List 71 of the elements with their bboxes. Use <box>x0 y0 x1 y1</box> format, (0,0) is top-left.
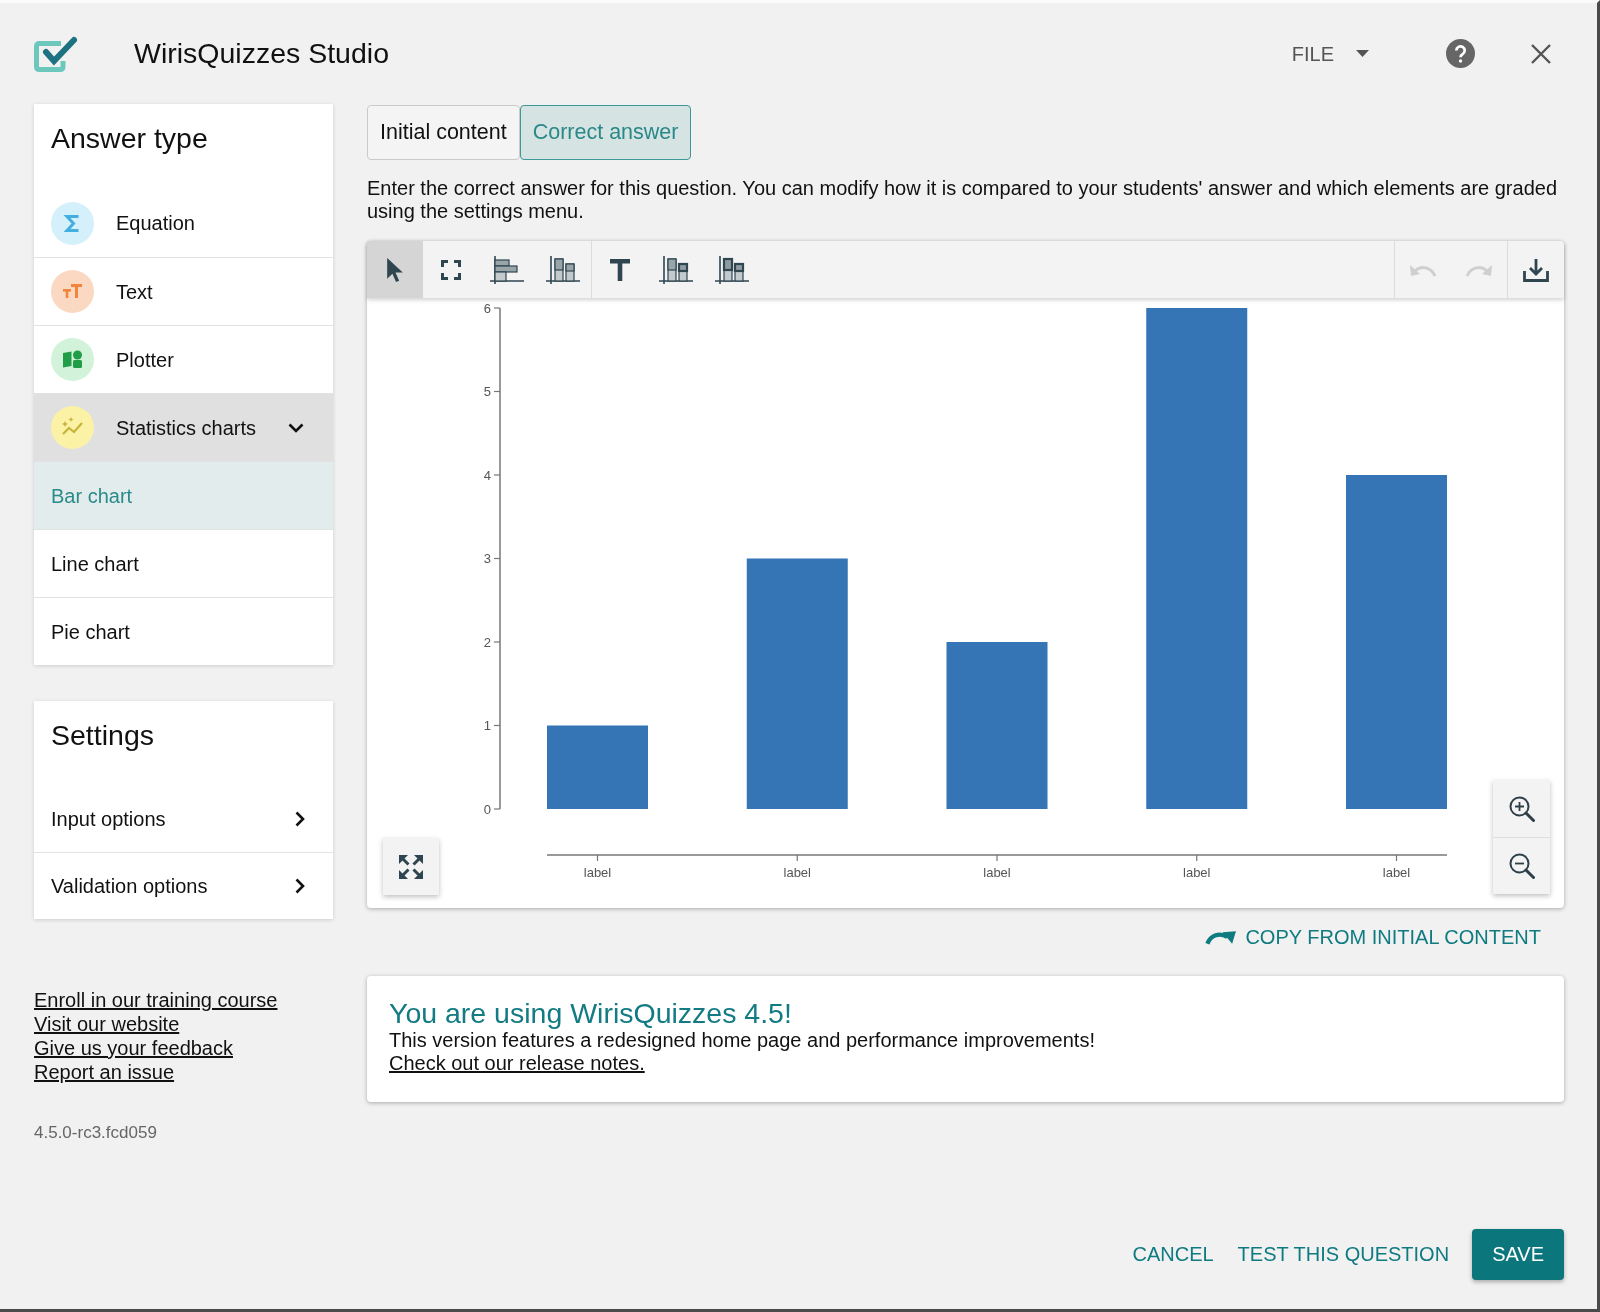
text-button[interactable]: TEST THIS QUESTION <box>1229 1227 1458 1281</box>
chart-type-item[interactable]: Line chart <box>34 529 333 597</box>
vertical-bars-icon <box>546 255 580 284</box>
zoom-out-icon <box>1508 853 1535 879</box>
select-tool-button[interactable] <box>367 241 423 298</box>
cursor-icon <box>387 257 403 282</box>
answer-type-item[interactable]: Plotter <box>34 325 333 393</box>
notice-text: This version features a redesigned home page and performance improvements! <box>389 1029 1095 1052</box>
category-label: label <box>1382 865 1411 880</box>
resource-link[interactable]: Report an issue <box>34 1060 175 1084</box>
vertical-bars-tool-button[interactable] <box>535 241 591 298</box>
chart-type-item[interactable]: Bar chart <box>34 461 333 529</box>
answer-type-item[interactable]: Equation <box>34 189 333 257</box>
panel-heading: Answer type <box>51 122 208 154</box>
frame-corners-icon <box>441 259 461 280</box>
release-notes-link[interactable]: Check out our release notes. <box>389 1052 645 1075</box>
copy-from-initial-button[interactable]: COPY FROM INITIAL CONTENT <box>1205 922 1541 952</box>
file-menu-button[interactable]: FILE <box>1287 32 1373 75</box>
close-icon[interactable] <box>1531 43 1551 64</box>
axis-tick-label: 3 <box>483 551 491 566</box>
panel-heading: Settings <box>51 719 154 751</box>
axis-tick-label: 1 <box>483 718 491 733</box>
shapes-icon <box>51 338 94 381</box>
instructions-text: Enter the correct answer for this question. You can modify how it is compared to your students' answer and which elements are graded using the settings menu. <box>367 177 1558 223</box>
logo-checkbox-icon <box>34 35 78 72</box>
category-label: label <box>783 865 811 880</box>
text-tool-button[interactable] <box>592 241 648 298</box>
fullscreen-button[interactable] <box>383 838 439 895</box>
axis-tick-label: 4 <box>483 467 491 483</box>
sigma-icon <box>51 201 94 245</box>
editor-tab[interactable]: Initial content <box>367 105 520 160</box>
horizontal-bars-icon <box>490 255 524 284</box>
help-icon[interactable] <box>1446 39 1475 68</box>
zoom-in-button[interactable] <box>1493 780 1550 837</box>
answer-type-item[interactable]: Text <box>34 257 333 325</box>
sparkle-trend-icon <box>51 406 94 449</box>
dialog-title: WirisQuizzes Studio <box>134 36 389 72</box>
zoom-out-button[interactable] <box>1493 837 1550 894</box>
category-label: label <box>983 865 1011 880</box>
text-tool-icon <box>610 258 630 281</box>
chevron-down-icon <box>288 422 304 433</box>
resource-link[interactable]: Enroll in our training course <box>34 988 278 1012</box>
caret-down-icon <box>1356 50 1369 57</box>
axis-tick-label: 5 <box>483 384 491 399</box>
category-label: label <box>1183 865 1211 880</box>
chevron-right-icon <box>295 878 305 894</box>
text-button[interactable]: CANCEL <box>1124 1227 1222 1281</box>
version-text: 4.5.0-rc3.fcd059 <box>34 1123 157 1142</box>
text-size-icon <box>51 270 94 313</box>
marked-bars-icon <box>715 255 749 284</box>
settings-item[interactable]: Input options <box>34 785 333 852</box>
download-icon <box>1523 257 1549 282</box>
axis-tick-label: 6 <box>483 300 491 316</box>
redo-icon <box>1465 262 1493 277</box>
notice-title: You are using WirisQuizzes 4.5! <box>389 997 792 1029</box>
resource-link[interactable]: Give us your feedback <box>34 1036 233 1060</box>
zoom-in-icon <box>1508 795 1535 822</box>
undo-icon <box>1409 262 1437 277</box>
expand-icon <box>399 854 423 879</box>
category-label: label <box>583 865 612 880</box>
filled-bars-icon <box>659 255 693 284</box>
answer-type-item[interactable]: Statistics charts <box>34 393 333 461</box>
axis-tick-label: 0 <box>483 801 491 817</box>
axis-tick-label: 2 <box>483 634 491 650</box>
curved-arrow-icon <box>1205 929 1237 945</box>
chart-type-item[interactable]: Pie chart <box>34 597 333 665</box>
chevron-right-icon <box>295 810 305 827</box>
settings-item[interactable]: Validation options <box>34 852 333 919</box>
resource-link[interactable]: Visit our website <box>34 1012 180 1036</box>
frame-tool-button[interactable] <box>423 241 479 298</box>
save-button[interactable]: SAVE <box>1472 1228 1564 1280</box>
